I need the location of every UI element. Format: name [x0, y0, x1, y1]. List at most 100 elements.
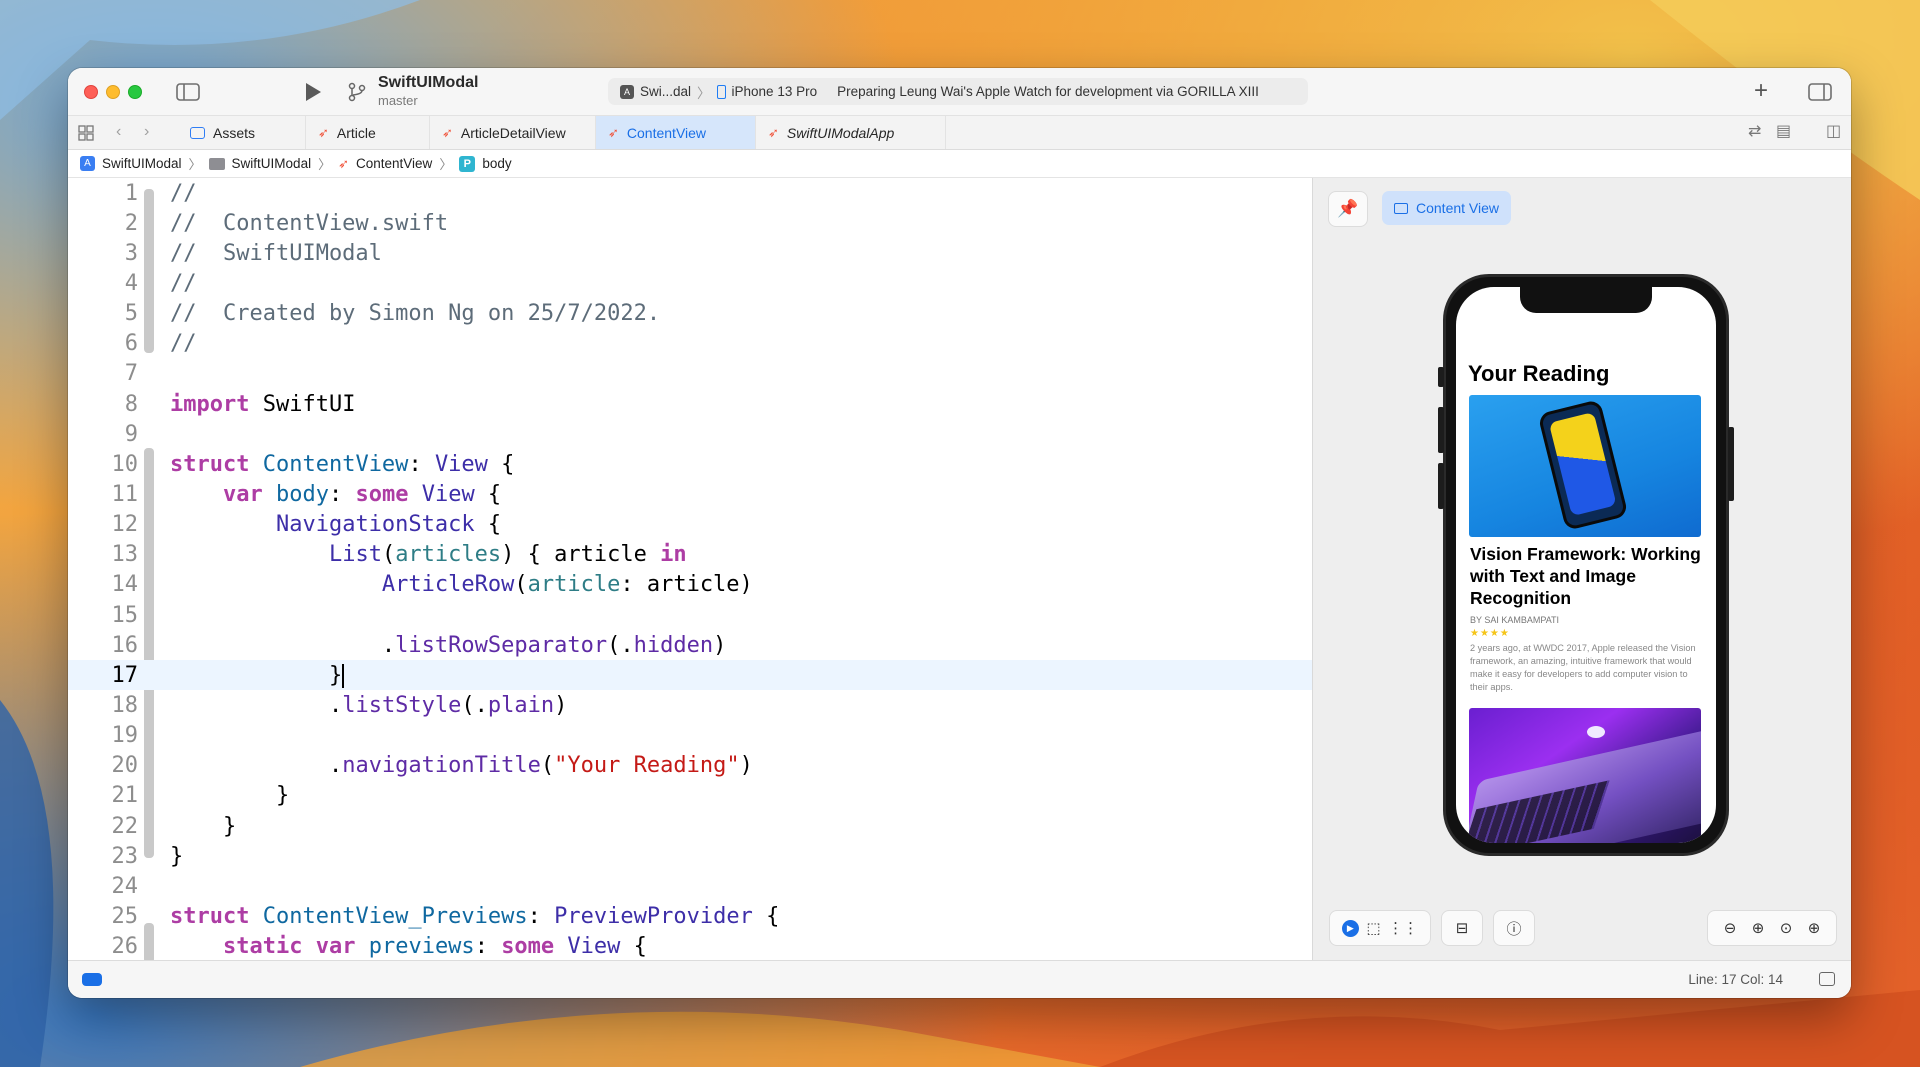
debug-panel-icon[interactable] [1819, 972, 1835, 986]
grid-icon[interactable] [78, 125, 94, 145]
line-number: 18 [111, 692, 139, 718]
article-author: BY SAI KAMBAMPATI [1470, 615, 1560, 625]
swift-icon: ➶ [338, 155, 349, 171]
scheme-icon[interactable]: A [620, 84, 634, 99]
phone-illustration [1537, 399, 1629, 531]
pin-icon[interactable]: 📌 [1328, 191, 1368, 227]
back-icon[interactable]: ‹ [116, 124, 121, 140]
project-name[interactable]: SwiftUIModal [378, 74, 478, 92]
code-line: 10 struct ContentView: View { [68, 449, 1312, 479]
line-number: 4 [124, 270, 138, 296]
line-number: 14 [111, 571, 139, 597]
code-line: 2 // ContentView.swift [68, 208, 1312, 238]
code-line: 25 struct ContentView_Previews: PreviewPr… [68, 901, 1312, 931]
line-number: 21 [111, 782, 139, 808]
chevron-right-icon: 〉 [439, 157, 453, 172]
branch-icon [348, 82, 366, 106]
code-line: 13 List(articles) { article in [68, 539, 1312, 569]
swift-icon: ➶ [768, 124, 779, 140]
zoom-button[interactable] [128, 85, 142, 99]
line-number: 25 [111, 903, 139, 929]
code-text: } [328, 662, 345, 688]
app-icon: A [80, 156, 95, 171]
zoom-fit-icon[interactable]: ⊙ [1780, 919, 1793, 937]
tab-article[interactable]: ➶ Article [306, 116, 430, 149]
code-line: 19 [68, 720, 1312, 750]
line-number: 3 [124, 240, 138, 266]
line-number: 5 [124, 300, 138, 326]
editor-options-icon[interactable]: ▤ [1776, 124, 1791, 140]
code-text: struct ContentView_Previews: PreviewProv… [170, 903, 780, 929]
inspector-toggle-icon[interactable] [1808, 83, 1832, 105]
phone-screen: Your Reading Vision Framework: Working w… [1456, 287, 1716, 843]
scheme-name[interactable]: Swi...dal [640, 84, 691, 99]
line-number: 24 [111, 873, 139, 899]
zoom-out-icon[interactable]: ⊖ [1724, 919, 1737, 937]
line-number: 17 [111, 662, 139, 688]
device-info-button[interactable]: ⓘ [1493, 910, 1535, 946]
tab-contentview[interactable]: ➶ ContentView [596, 116, 756, 149]
code-line: 12 NavigationStack { [68, 509, 1312, 539]
line-number: 9 [124, 421, 138, 447]
tab-assets[interactable]: Assets [178, 116, 306, 149]
preview-canvas: 📌 Content View Your Reading Vision Frame… [1312, 178, 1851, 960]
preview-mode-controls: ▶ ⬚ ⋮⋮ [1329, 910, 1431, 946]
branch-name[interactable]: master [378, 93, 418, 108]
device-settings-button[interactable]: ⊟ [1441, 910, 1483, 946]
code-text: var body: some View { [222, 481, 502, 507]
side-button [1438, 463, 1444, 509]
iphone-preview[interactable]: Your Reading Vision Framework: Working w… [1438, 274, 1734, 856]
tab-swiftuimodalapp[interactable]: ➶ SwiftUIModalApp [756, 116, 946, 149]
code-line: 18 .listStyle(.plain) [68, 690, 1312, 720]
zoom-in-icon[interactable]: ⊕ [1808, 919, 1821, 937]
code-line: 6 // [68, 328, 1312, 358]
title-bar: SwiftUIModal master A Swi...dal 〉 iPhone… [68, 68, 1851, 116]
related-items-icon[interactable]: ⇄ [1748, 124, 1761, 140]
code-text: ArticleRow(article: article) [381, 571, 753, 597]
code-line: 14 ArticleRow(article: article) [68, 569, 1312, 599]
preview-selector-button[interactable]: Content View [1382, 191, 1512, 225]
close-button[interactable] [84, 85, 98, 99]
forward-icon[interactable]: › [144, 124, 149, 140]
tab-label: Article [336, 124, 376, 141]
line-number: 13 [111, 541, 139, 567]
tab-articledetailview[interactable]: ➶ ArticleDetailView [430, 116, 596, 149]
run-icon[interactable] [304, 82, 322, 106]
source-editor[interactable]: 1 // 2 // ContentView.swift 3 // SwiftUIMod… [68, 178, 1312, 960]
debug-area-toggle-icon[interactable] [82, 973, 102, 986]
breadcrumb-folder[interactable]: SwiftUIModal [232, 156, 312, 171]
line-number: 15 [111, 602, 139, 628]
breadcrumb-file[interactable]: ContentView [356, 156, 432, 171]
code-line: 9 [68, 419, 1312, 449]
article-title: Vision Framework: Working with Text and … [1470, 544, 1701, 608]
apple-logo-icon [1587, 726, 1605, 738]
live-preview-icon[interactable]: ▶ [1341, 919, 1359, 937]
code-line: 1 // [68, 178, 1312, 208]
breadcrumb-symbol[interactable]: body [482, 156, 511, 171]
code-text: NavigationStack { [275, 511, 502, 537]
side-button [1438, 407, 1444, 453]
add-icon[interactable]: + [1754, 79, 1768, 103]
code-line: 7 [68, 358, 1312, 388]
run-destination[interactable]: iPhone 13 Pro [732, 84, 818, 99]
selectable-icon[interactable]: ⬚ [1366, 919, 1380, 937]
line-number: 10 [111, 451, 139, 477]
add-editor-icon[interactable]: ◫ [1826, 124, 1841, 140]
variants-icon[interactable]: ⋮⋮ [1388, 919, 1418, 937]
line-number: 11 [111, 481, 139, 507]
code-line: 23} [68, 841, 1312, 871]
minimize-button[interactable] [106, 85, 120, 99]
swift-icon: ➶ [608, 124, 619, 140]
line-number: 12 [111, 511, 139, 537]
line-number: 23 [111, 843, 139, 869]
preview-selector-label: Content View [1416, 200, 1500, 216]
code-text: .navigationTitle("Your Reading") [328, 752, 753, 778]
line-number: 20 [111, 752, 139, 778]
breadcrumb-project[interactable]: SwiftUIModal [102, 156, 182, 171]
code-line-current: 17 } [68, 660, 1312, 691]
zoom-100-icon[interactable]: ⊕ [1752, 919, 1765, 937]
text-caret [342, 663, 345, 688]
navigator-toggle-icon[interactable] [176, 83, 200, 105]
code-line: 15 [68, 600, 1312, 630]
code-line: 3 // SwiftUIModal [68, 238, 1312, 268]
